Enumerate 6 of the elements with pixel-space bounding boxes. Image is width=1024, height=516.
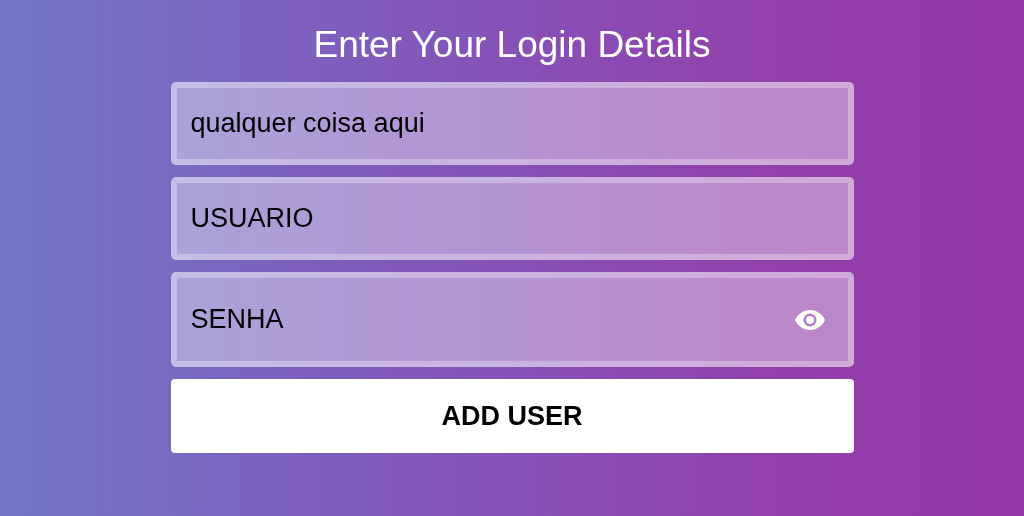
eye-icon[interactable] <box>793 308 826 331</box>
input-field[interactable]: SENHA <box>170 272 854 367</box>
add-user-button[interactable]: ADD USER <box>170 379 854 453</box>
input-field[interactable]: USUARIO <box>170 177 854 260</box>
input-field[interactable]: qualquer coisa aqui <box>170 82 854 165</box>
form-title: Enter Your Login Details <box>313 23 711 67</box>
